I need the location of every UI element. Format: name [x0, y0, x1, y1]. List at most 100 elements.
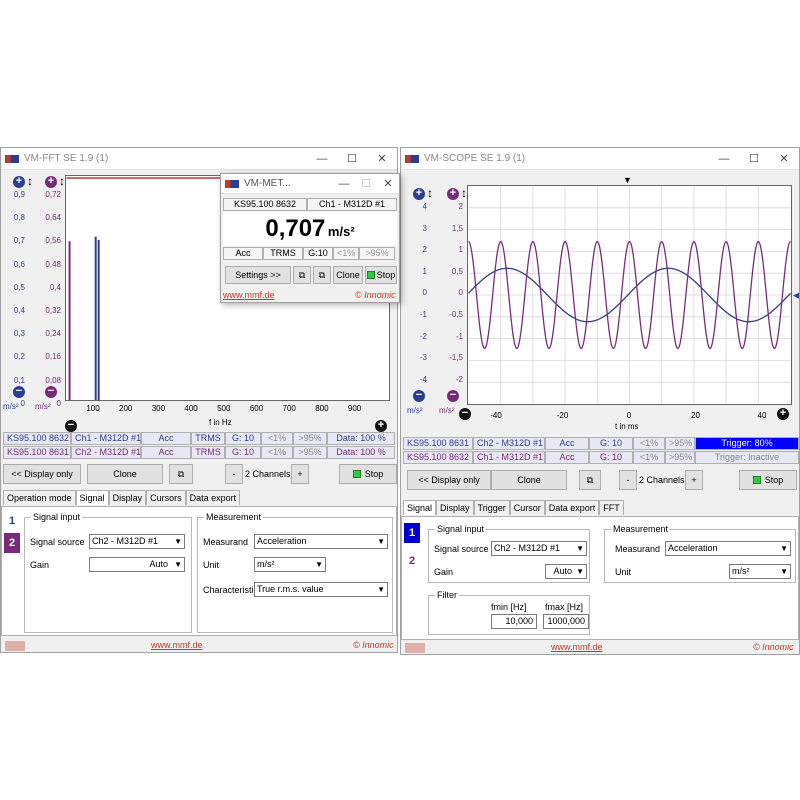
- mmf-logo-icon: [405, 643, 425, 653]
- fft-unit-ch2: m/s²: [35, 402, 51, 411]
- channel-minus-button[interactable]: -: [619, 470, 637, 490]
- fmin-input[interactable]: 10,000: [491, 614, 537, 629]
- scope-channel-row-2[interactable]: KS95.100 8632 Ch1 - M312D #1 Acc G: 10 <…: [403, 451, 799, 464]
- channel-plus-button[interactable]: +: [291, 464, 309, 484]
- close-icon[interactable]: ✕: [367, 152, 397, 165]
- x-zoom-out-icon[interactable]: −: [459, 408, 471, 420]
- channel-name[interactable]: Ch2 - M312D #1: [71, 446, 141, 459]
- zoom-out-ch2-icon[interactable]: −: [45, 386, 57, 398]
- channel-name[interactable]: Ch1 - M312D #1: [71, 432, 141, 445]
- close-icon[interactable]: ✕: [769, 152, 799, 165]
- paste-icon[interactable]: ⧉: [313, 266, 331, 284]
- tab-signal[interactable]: Signal: [403, 500, 437, 515]
- channel-select-2[interactable]: 2: [404, 551, 420, 571]
- channel-name[interactable]: Ch2 - M312D #1: [473, 437, 545, 450]
- signal-source-select[interactable]: Ch2 - M312D #1 ▼: [89, 534, 185, 549]
- channel-plus-button[interactable]: +: [685, 470, 703, 490]
- tab-fft[interactable]: FFT: [599, 500, 624, 515]
- maximize-icon[interactable]: ☐: [337, 152, 367, 165]
- tab-data-export[interactable]: Data export: [544, 500, 600, 515]
- tab-display[interactable]: Display: [108, 490, 147, 505]
- tab-cursors[interactable]: Cursors: [146, 490, 186, 505]
- sensor-name[interactable]: KS95.100 8632: [223, 198, 307, 211]
- zoom-out-ch1-icon[interactable]: −: [13, 386, 25, 398]
- stop-button[interactable]: Stop: [339, 464, 397, 484]
- scope-channel-row-1[interactable]: KS95.100 8631 Ch2 - M312D #1 Acc G: 10 <…: [403, 437, 799, 450]
- tab-display[interactable]: Display: [436, 500, 474, 515]
- website-link[interactable]: www.mmf.de: [223, 290, 275, 300]
- unit-select[interactable]: m/s² ▼: [729, 564, 791, 579]
- zoom-in-ch2-icon[interactable]: +: [447, 188, 459, 200]
- channel-select-2[interactable]: 2: [4, 533, 20, 553]
- fft-channel-row-2[interactable]: KS95.100 8631 Ch2 - M312D #1 Acc TRMS G:…: [3, 446, 395, 459]
- minimize-icon[interactable]: —: [333, 178, 355, 190]
- copy-icon[interactable]: ⧉: [579, 470, 601, 490]
- maximize-icon[interactable]: ☐: [355, 177, 377, 190]
- copy-icon[interactable]: ⧉: [293, 266, 311, 284]
- measurand-select[interactable]: Acceleration ▼: [254, 534, 388, 549]
- gain-select[interactable]: Auto ▼: [89, 557, 185, 572]
- stop-button[interactable]: Stop: [739, 470, 797, 490]
- characteristic-select[interactable]: True r.m.s. value ▼: [254, 582, 388, 597]
- signal-source-select[interactable]: Ch2 - M312D #1 ▼: [491, 541, 587, 556]
- fmax-input[interactable]: 1000,000: [543, 614, 589, 629]
- scope-waveform-plot[interactable]: [467, 185, 792, 405]
- tab-operation-mode[interactable]: Operation mode: [3, 490, 76, 505]
- close-icon[interactable]: ✕: [377, 177, 399, 190]
- fft-channel-row-1[interactable]: KS95.100 8632 Ch1 - M312D #1 Acc TRMS G:…: [3, 432, 395, 445]
- channel-name[interactable]: Ch1 - M312D #1: [473, 451, 545, 464]
- zoom-out-ch1-icon[interactable]: −: [413, 390, 425, 402]
- meter-header-row[interactable]: KS95.100 8632 Ch1 - M312D #1: [223, 198, 397, 211]
- channel-minus-button[interactable]: -: [225, 464, 243, 484]
- channel-select-1[interactable]: 1: [4, 511, 20, 531]
- zoom-in-ch1-icon[interactable]: +: [413, 188, 425, 200]
- trigger-marker-icon[interactable]: ▼: [623, 175, 632, 185]
- display-only-button[interactable]: << Display only: [3, 464, 81, 484]
- minimize-icon[interactable]: —: [307, 153, 337, 165]
- channel-select-1[interactable]: 1: [404, 523, 420, 543]
- x-zoom-in-icon[interactable]: +: [375, 420, 387, 432]
- minimize-icon[interactable]: —: [709, 153, 739, 165]
- meter-titlebar[interactable]: VM-MET... — ☐ ✕: [221, 174, 399, 194]
- scope-titlebar[interactable]: VM-SCOPE SE 1.9 (1) — ☐ ✕: [401, 148, 799, 170]
- tab-trigger[interactable]: Trigger: [473, 500, 510, 515]
- y-axis-arrow-icon: ↕: [427, 186, 433, 200]
- sensor-name[interactable]: KS95.100 8631: [403, 437, 473, 450]
- trigger-level-icon[interactable]: ◀: [793, 290, 799, 301]
- clone-button[interactable]: Clone: [333, 266, 363, 284]
- tab-signal[interactable]: Signal: [75, 490, 109, 505]
- copy-icon[interactable]: ⧉: [169, 464, 193, 484]
- sensor-name[interactable]: KS95.100 8631: [3, 446, 71, 459]
- channel-name[interactable]: Ch1 - M312D #1: [307, 198, 397, 211]
- sensor-name[interactable]: KS95.100 8632: [403, 451, 473, 464]
- x-tick-label: -20: [556, 411, 569, 420]
- x-zoom-in-icon[interactable]: +: [777, 408, 789, 420]
- clone-button[interactable]: Clone: [491, 470, 567, 490]
- zoom-in-ch2-icon[interactable]: +: [45, 176, 57, 188]
- clone-button[interactable]: Clone: [87, 464, 163, 484]
- unit-select[interactable]: m/s² ▼: [254, 557, 326, 572]
- gain-select[interactable]: Auto ▼: [545, 564, 587, 579]
- gain: G: 10: [589, 451, 633, 464]
- zoom-out-ch2-icon[interactable]: −: [447, 390, 459, 402]
- x-tick-label: 20: [691, 411, 700, 420]
- x-zoom-out-icon[interactable]: −: [65, 420, 77, 432]
- sensor-name[interactable]: KS95.100 8632: [3, 432, 71, 445]
- maximize-icon[interactable]: ☐: [739, 152, 769, 165]
- display-only-button[interactable]: << Display only: [407, 470, 491, 490]
- website-link[interactable]: www.mmf.de: [551, 642, 603, 652]
- y-tick-label: 0,3: [13, 329, 25, 339]
- website-link[interactable]: www.mmf.de: [151, 640, 203, 650]
- tab-data-export[interactable]: Data export: [185, 490, 241, 505]
- measurand-select[interactable]: Acceleration ▼: [665, 541, 791, 556]
- zoom-in-ch1-icon[interactable]: +: [13, 176, 25, 188]
- stop-button[interactable]: Stop: [365, 266, 397, 284]
- tab-cursor[interactable]: Cursor: [509, 500, 545, 515]
- fft-signal-panel: 1 2 Signal input Signal source Ch2 - M31…: [1, 506, 397, 636]
- settings-button[interactable]: Settings >>: [225, 266, 291, 284]
- scope-unit-ch2: m/s²: [439, 406, 455, 415]
- measurand: Acc: [223, 247, 263, 260]
- fft-titlebar[interactable]: VM-FFT SE 1.9 (1) — ☐ ✕: [1, 148, 397, 170]
- measurement-title: Measurement: [204, 512, 264, 522]
- y-tick-label: 1: [422, 266, 427, 276]
